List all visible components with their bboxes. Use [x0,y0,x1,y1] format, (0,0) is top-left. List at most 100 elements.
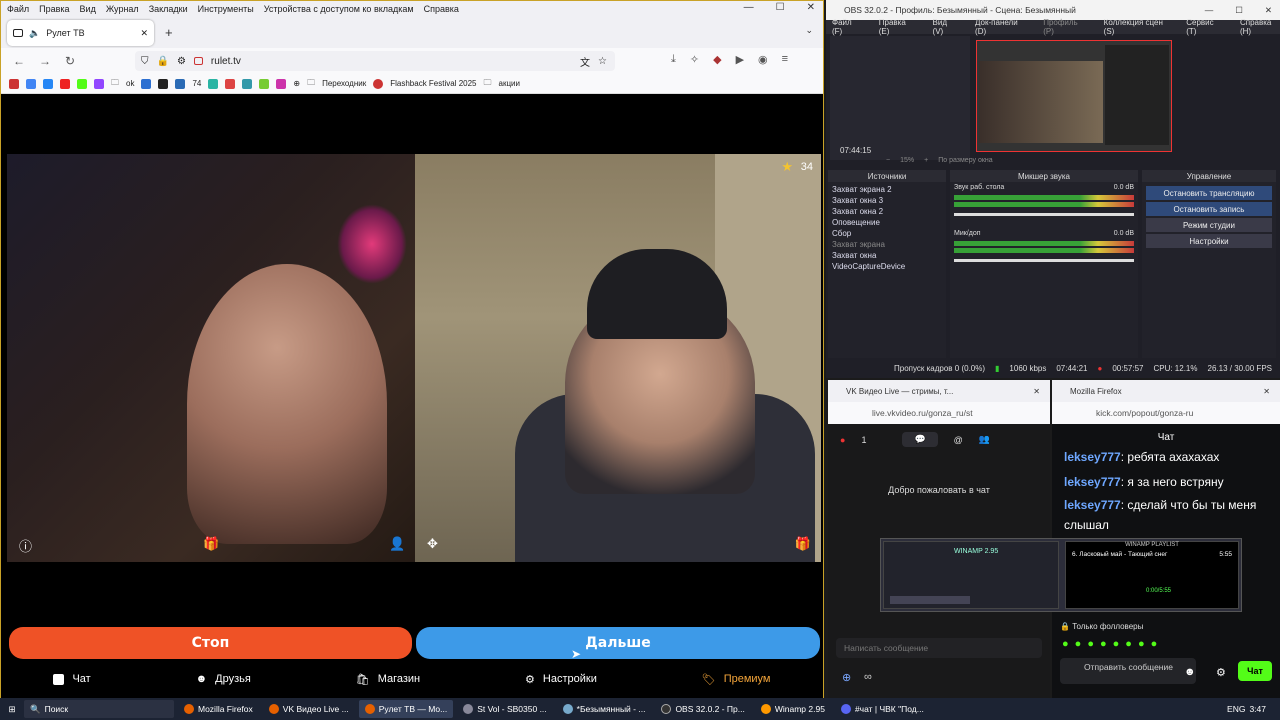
obs-preview[interactable] [976,40,1172,152]
vk-icon[interactable] [43,78,53,89]
menu-file[interactable]: Файл [7,4,29,14]
maximize-button[interactable]: ☐ [776,2,785,13]
source-item[interactable]: Захват окна 3 [832,195,942,206]
kick-urlbar[interactable]: kick.com/popout/gonza-ru [1052,402,1280,424]
obs-menu-edit[interactable]: Правка (E) [879,18,915,36]
app-icon[interactable] [208,78,219,89]
obs-minimize-button[interactable]: — [1205,5,1214,15]
youtube-icon[interactable] [60,78,70,89]
app4-icon[interactable] [259,78,270,89]
volume-slider[interactable] [954,213,1134,216]
tab-close-icon[interactable]: ✕ [140,28,148,39]
globe-icon[interactable] [141,78,152,89]
chat-username[interactable]: leksey777 [1064,475,1121,489]
stop-stream-button[interactable]: Остановить трансляцию [1146,186,1272,200]
playlist-row[interactable]: 6. Ласковый май - Тающий снег 5:55 [1066,548,1238,561]
profile-icon[interactable]: 👤 [389,536,405,552]
kick-close-button[interactable]: ✕ [1263,387,1270,396]
ublock-icon[interactable]: ◆ [713,53,721,66]
emote-icon[interactable]: ● [1087,638,1094,650]
emote-icon[interactable]: ● [1125,638,1132,650]
source-item[interactable]: VideoCaptureDevice [832,261,942,272]
taskbar-app-vk[interactable]: VK Видео Live ... [263,700,355,718]
source-item[interactable]: Сбор [832,228,942,239]
settings-button[interactable]: Настройки [1146,234,1272,248]
translate-icon[interactable]: 文 [580,54,590,69]
google-icon[interactable] [26,78,36,89]
start-icon[interactable]: ⊞ [4,704,20,715]
source-item[interactable]: Захват экрана 2 [832,184,942,195]
move-icon[interactable]: ✥ [427,536,438,552]
menu-history[interactable]: Журнал [106,4,139,14]
obs-menu-scenes[interactable]: Коллекция сцен (S) [1104,18,1169,36]
gift2-icon[interactable]: 🎁 [795,536,811,552]
taskbar-app-rulet[interactable]: Рулет ТВ — Мо... [358,700,454,718]
twitch-icon[interactable] [94,78,104,89]
steam-icon[interactable] [158,78,169,89]
taskbar-app-discord[interactable]: #чат | ЧВК "Под... [835,700,930,718]
taskbar-app-firefox[interactable]: Mozilla Firefox [178,700,259,718]
obs-menu-help[interactable]: Справка (H) [1240,18,1280,36]
menu-edit[interactable]: Правка [39,4,69,14]
new-tab-button[interactable]: + [165,25,173,40]
menu-bookmarks[interactable]: Закладки [149,4,188,14]
obs-maximize-button[interactable]: ☐ [1235,5,1243,16]
emote-icon[interactable]: ● [1151,638,1158,650]
nav-friends[interactable]: ☻ Друзья [196,673,251,685]
youtube-ext-icon[interactable]: ▶ [736,53,744,66]
taskbar-app-obs[interactable]: OBS 32.0.2 - Пр... [655,700,750,718]
bookmark-icon[interactable] [9,78,19,89]
bookmark-perehodnik[interactable]: Переходник [322,79,366,88]
menu-synced-tabs[interactable]: Устройства с доступом ко вкладкам [264,4,414,14]
menu-help[interactable]: Справка [424,4,459,14]
next-button[interactable]: Дальше [416,627,820,659]
winamp-controls[interactable] [890,596,970,604]
app5-icon[interactable] [276,78,287,89]
zoom-mode[interactable]: По размеру окна [938,157,992,164]
vk-input[interactable]: Написать сообщение [836,638,1042,658]
forward-icon[interactable]: → [39,54,51,68]
emote-icon[interactable]: ● [1100,638,1107,650]
nav-premium[interactable]: 🏷 Премиум [702,673,771,686]
zoom-out-icon[interactable]: − [886,157,890,164]
source-item[interactable]: Оповещение [832,217,942,228]
download-icon[interactable]: ⤓ [671,53,676,66]
taskbar-app-notepad[interactable]: *Безымянный - ... [557,700,652,718]
tab-rulet[interactable]: 🔈 Рулет ТВ ✕ [7,20,154,46]
emoji-icon[interactable]: ☻ [1184,666,1196,678]
mentions-icon[interactable]: @ [954,435,963,445]
zoom-in-icon[interactable]: + [924,157,928,164]
chat-username[interactable]: leksey777 [1064,498,1121,512]
app2-icon[interactable] [225,78,236,89]
obs-menu-tools[interactable]: Сервис (T) [1186,18,1222,36]
vk-urlbar[interactable]: live.vkvideo.ru/gonza_ru/st [828,402,1050,424]
taskbar-search[interactable]: 🔍 Поиск [24,700,174,718]
url-bar[interactable]: ⛉ 🔒 ⚙ rulet.tv 文 ☆ [135,51,615,71]
menu-icon[interactable]: ≡ [782,53,788,66]
back-icon[interactable]: ← [13,54,25,68]
counter-icon[interactable] [175,78,186,89]
bookmark-flashback[interactable]: Flashback Festival 2025 [390,79,476,88]
obs-menu-profile[interactable]: Профиль (P) [1043,18,1085,36]
close-button[interactable]: ✕ [807,2,815,13]
infinity-icon[interactable]: ∞ [864,671,872,683]
kick-chat-button[interactable]: Чат [1238,661,1272,681]
obs-menu-view[interactable]: Вид (V) [933,18,958,36]
app3-icon[interactable] [242,78,253,89]
source-item[interactable]: Захват экрана [832,239,942,250]
nav-shop[interactable]: 🛍 Магазин [356,673,420,686]
vk-close-button[interactable]: ✕ [1033,387,1040,396]
emote-icon[interactable]: ● [1062,638,1069,650]
emote-icon[interactable]: ● [1113,638,1120,650]
nav-chat[interactable]: Чат [53,673,91,685]
source-item[interactable]: Захват окна 2 [832,206,942,217]
source-item[interactable]: Захват окна [832,250,942,261]
nav-settings[interactable]: ⚙ Настройки [525,673,597,686]
extensions-icon[interactable]: ✧ [690,53,699,66]
gift-icon[interactable]: 🎁 [203,536,219,552]
emote-icon[interactable]: ● [1138,638,1145,650]
obs-close-button[interactable]: ✕ [1265,5,1272,16]
volume-slider[interactable] [954,259,1134,262]
globe2-icon[interactable]: ⊕ [293,79,300,88]
taskbar-app-sbvol[interactable]: St Vol - SB0350 ... [457,700,552,718]
